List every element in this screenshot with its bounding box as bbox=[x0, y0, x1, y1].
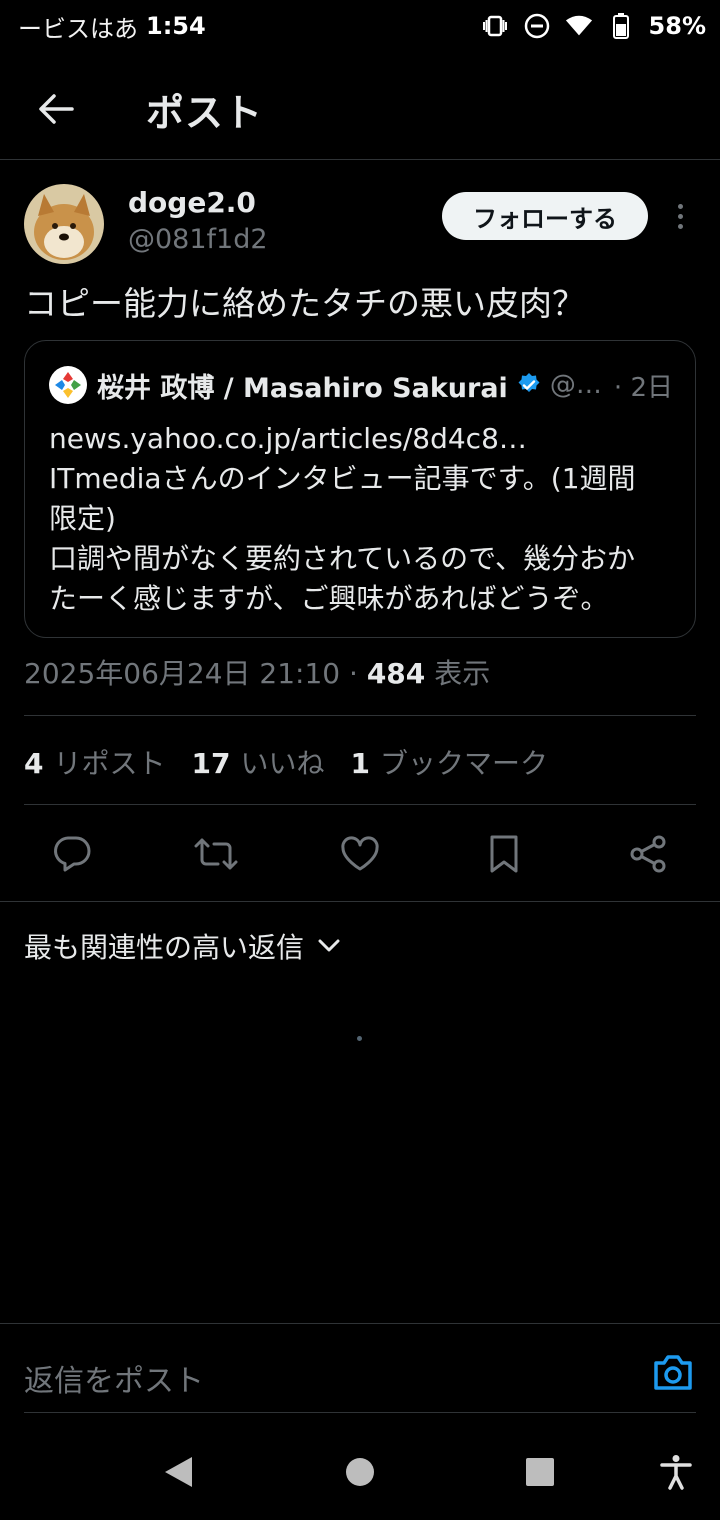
clock: 1:54 bbox=[146, 12, 206, 40]
divider bbox=[0, 901, 720, 902]
divider bbox=[24, 715, 696, 716]
battery-icon bbox=[607, 12, 635, 40]
top-app-bar: ポスト bbox=[0, 60, 720, 158]
divider bbox=[24, 1412, 696, 1413]
quoted-author-avatar bbox=[49, 366, 87, 404]
page-title: ポスト bbox=[146, 90, 264, 135]
quoted-post-text: news.yahoo.co.jp/articles/8d4c8… ITmedia… bbox=[49, 419, 679, 619]
more-options-icon[interactable] bbox=[668, 196, 692, 236]
header-divider bbox=[0, 159, 720, 160]
quoted-post-line: たーく感じますが、ご興味があればどうぞ。 bbox=[49, 582, 609, 615]
back-button[interactable] bbox=[0, 60, 112, 158]
arrow-left-icon bbox=[39, 94, 74, 124]
post-actions bbox=[0, 824, 720, 884]
system-nav-bar bbox=[0, 1440, 720, 1504]
reposts-stat[interactable]: 4 リポスト bbox=[24, 742, 166, 782]
views-count: 484 bbox=[366, 657, 426, 690]
bookmarks-stat[interactable]: 1 ブックマーク bbox=[350, 742, 548, 782]
status-bar: ービスはあ 1:54 58% bbox=[0, 0, 720, 52]
reply-composer[interactable]: 返信をポスト bbox=[0, 1324, 720, 1414]
quoted-post-line: 口調や間がなく要約されているので、幾分おか bbox=[49, 542, 636, 575]
views-label: 表示 bbox=[434, 657, 491, 690]
like-icon[interactable] bbox=[338, 832, 382, 876]
nav-recents-icon[interactable] bbox=[520, 1452, 560, 1492]
camera-icon[interactable] bbox=[652, 1354, 694, 1396]
nav-home-icon[interactable] bbox=[340, 1452, 380, 1492]
verified-badge-icon bbox=[518, 373, 540, 392]
engagement-stats: 4 リポスト 17 いいね 1 ブックマーク bbox=[24, 742, 548, 782]
divider bbox=[24, 804, 696, 805]
post-author-row: doge2.0 @081f1d2 フォローする bbox=[24, 184, 696, 264]
loading-indicator bbox=[357, 1036, 362, 1041]
bookmark-icon[interactable] bbox=[482, 832, 526, 876]
post-timestamp: 2025年06月24日 21:10 bbox=[24, 657, 341, 690]
reply-icon[interactable] bbox=[50, 832, 94, 876]
nav-back-icon[interactable] bbox=[158, 1452, 198, 1492]
vibrate-icon bbox=[481, 12, 509, 40]
reply-input[interactable]: 返信をポスト bbox=[24, 1356, 204, 1400]
quoted-post-card[interactable]: 桜井 政博 / Masahiro Sakurai @… · 2日 news.ya… bbox=[24, 340, 696, 638]
quoted-author-handle: @… bbox=[549, 370, 602, 400]
quoted-post-link[interactable]: news.yahoo.co.jp/articles/8d4c8… bbox=[49, 419, 679, 459]
author-name[interactable]: doge2.0 bbox=[128, 186, 256, 219]
accessibility-icon[interactable] bbox=[656, 1452, 696, 1492]
quoted-post-line: 限定) bbox=[49, 502, 116, 535]
post-metadata: 2025年06月24日 21:10 · 484 表示 bbox=[24, 657, 491, 690]
likes-stat[interactable]: 17 いいね bbox=[192, 742, 325, 782]
quoted-author-name: 桜井 政博 / Masahiro Sakurai bbox=[97, 372, 508, 404]
replies-sort-label: 最も関連性の高い返信 bbox=[24, 931, 305, 964]
battery-percent: 58% bbox=[648, 12, 706, 40]
replies-sort-dropdown[interactable]: 最も関連性の高い返信 bbox=[24, 926, 340, 966]
repost-icon[interactable] bbox=[194, 832, 238, 876]
post-text: コピー能力に絡めたタチの悪い皮肉？ bbox=[24, 284, 585, 323]
wifi-icon bbox=[565, 12, 593, 40]
carrier-text: ービスはあ bbox=[18, 14, 138, 43]
share-icon[interactable] bbox=[626, 832, 670, 876]
follow-button[interactable]: フォローする bbox=[442, 192, 648, 240]
quoted-post-time: · 2日 bbox=[613, 372, 673, 403]
quoted-post-line: ITmediaさんのインタビュー記事です。(1週間 bbox=[49, 462, 636, 495]
do-not-disturb-icon bbox=[523, 12, 551, 40]
chevron-down-icon bbox=[318, 939, 340, 952]
author-avatar[interactable] bbox=[24, 184, 104, 264]
author-handle[interactable]: @081f1d2 bbox=[128, 224, 268, 255]
